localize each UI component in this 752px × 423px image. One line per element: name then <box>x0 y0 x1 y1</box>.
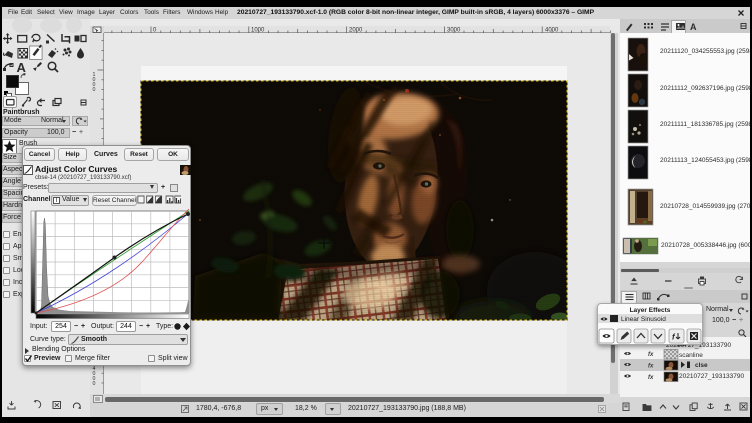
svg-text:fx: fx <box>648 375 654 381</box>
svg-text:A: A <box>17 60 27 73</box>
svg-text:2000: 2000 <box>349 28 363 34</box>
svg-text:3000: 3000 <box>447 28 461 34</box>
svg-text:A: A <box>690 22 697 32</box>
svg-text:fx: fx <box>648 352 654 358</box>
svg-text:fx: fx <box>648 364 654 370</box>
svg-text:1000: 1000 <box>251 28 265 34</box>
svg-text:0: 0 <box>153 28 157 34</box>
svg-text:0: 0 <box>93 87 96 93</box>
svg-text:0: 0 <box>93 381 96 387</box>
svg-text:4000: 4000 <box>545 28 559 34</box>
